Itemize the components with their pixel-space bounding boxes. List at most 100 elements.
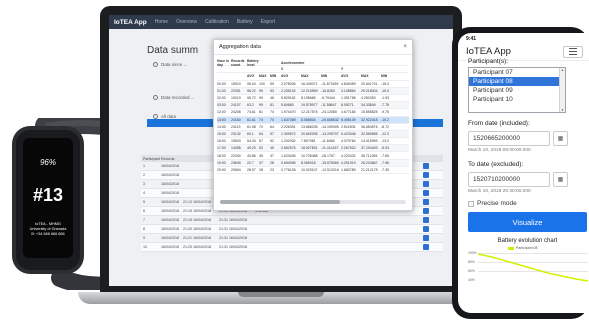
- details-button[interactable]: [423, 171, 429, 178]
- details-button[interactable]: [423, 180, 429, 187]
- band-info-line: B: +34 666 666 666: [31, 232, 65, 236]
- table-row[interactable]: 16:00 15503 54.43 57 52 1.202932 7.807981 -11.8…: [217, 138, 409, 146]
- from-date-input[interactable]: 1520665200000: [468, 131, 550, 146]
- listbox-scrollbar[interactable]: [559, 68, 565, 112]
- table-cell: 32.559655: [361, 131, 378, 136]
- nav-link-overview[interactable]: Overview: [176, 19, 197, 25]
- table-cell: 01:00: [217, 88, 226, 93]
- table-cell: 14358: [231, 146, 241, 151]
- table-cell: 16/04/2018: [161, 227, 179, 231]
- table-cell: 16/04/2018: [161, 173, 179, 177]
- table-cell: 52: [270, 139, 274, 144]
- table-row[interactable]: 19:00 23649 22.7 37 28 0.694055 8.365918 -15.67…: [217, 159, 409, 167]
- table-row[interactable]: 13:00 24160 61.61 74 70 1.637089 8.058504 -20.6…: [217, 116, 409, 124]
- table-cell: 21:15 16/04/2018: [183, 218, 211, 222]
- horizontal-scrollbar[interactable]: [220, 200, 406, 204]
- table-cell: -9.75: [381, 110, 389, 115]
- table-cell: -11.873189: [321, 81, 339, 86]
- table-row[interactable]: 14:00 24113 61.08 70 64 2.226391 13.688235 -14.…: [217, 124, 409, 131]
- hamburger-icon[interactable]: [563, 45, 583, 58]
- table-row[interactable]: 03:00 24107 63.2 99 81 5.84680 19.578977 -11.58…: [217, 102, 409, 110]
- details-button[interactable]: [423, 189, 429, 196]
- precise-mode-checkbox[interactable]: [468, 200, 474, 207]
- participant-option[interactable]: Participant 09: [469, 86, 565, 95]
- table-cell: 64: [259, 131, 263, 136]
- table-cell: 12.217575: [301, 110, 318, 115]
- table-cell: -13.0: [381, 139, 389, 144]
- nav-link-home[interactable]: Home: [155, 19, 168, 25]
- details-button[interactable]: [423, 225, 429, 232]
- band-display: 96% #13 IoTEA - MHMG University of Grana…: [23, 138, 73, 258]
- modal-title: Aggregation data: [219, 44, 261, 50]
- phone-brand[interactable]: IoTEA App: [466, 46, 511, 57]
- table-cell: 4.379764: [341, 139, 356, 144]
- table-cell: -14.159305: [321, 124, 339, 129]
- table-cell: 64: [270, 124, 274, 129]
- radio-icon[interactable]: [153, 95, 158, 100]
- table-cell: 7: [143, 218, 145, 222]
- details-button[interactable]: [423, 198, 429, 205]
- table-cell: 6: [143, 209, 145, 213]
- nav-link-export[interactable]: Export: [261, 19, 275, 25]
- table-row[interactable]: 01:00 22301 96.22 99 53 2.205102 12.215559 -16.…: [217, 87, 409, 95]
- details-button[interactable]: [423, 243, 429, 250]
- table-cell: 22.7: [247, 160, 254, 165]
- participant-option-selected[interactable]: Participant 08: [469, 77, 565, 86]
- to-date-hint: March 10, 2018 20:30:00.000: [468, 189, 531, 194]
- table-cell: [423, 216, 445, 224]
- from-date-row: 1520665200000 ▦: [468, 131, 583, 146]
- table-row[interactable]: 15:00 23132 60.1 64 57 1.309572 20.652035 -13.2…: [217, 130, 409, 139]
- table-cell: 21:31 16/04/2018: [219, 236, 247, 240]
- table-cell: 0.694055: [281, 160, 296, 165]
- band-battery-text: 96%: [39, 158, 56, 167]
- participants-listbox[interactable]: Participant 07 Participant 08 Participan…: [468, 67, 566, 113]
- details-button[interactable]: [423, 216, 429, 223]
- band-participant-id: #13: [32, 185, 64, 205]
- details-button[interactable]: [423, 207, 429, 214]
- table-cell: -20.658632: [321, 117, 339, 122]
- table-cell: 2.226391: [281, 124, 296, 129]
- app-brand[interactable]: IoTEA App: [114, 19, 147, 26]
- table-row[interactable]: 02:00 19210 95.72 99 46 5.829118 8.195665 -5.79…: [217, 95, 409, 103]
- visualize-button[interactable]: Visualize: [468, 212, 587, 232]
- table-cell: -7.69: [381, 153, 389, 158]
- table-cell: 14:00: [217, 124, 226, 129]
- table-cell: 57: [270, 131, 274, 136]
- table-row[interactable]: 17:00 14358 49.23 52 45 2.652575 18.527831 -11.…: [217, 145, 409, 153]
- table-cell: 53: [270, 88, 274, 93]
- table-cell: 16:00: [217, 139, 226, 144]
- table-cell: 10.705488: [301, 153, 318, 158]
- chart-title: Battery evolution chart: [497, 238, 558, 244]
- table-cell: 95.72: [247, 96, 256, 101]
- phone-screen: 9:41 IoTEA App Participant(s): Participa…: [458, 33, 589, 313]
- table-cell: 5.84680: [281, 103, 294, 108]
- table-cell: 28.07: [247, 167, 256, 172]
- calendar-icon[interactable]: ▦: [553, 131, 568, 146]
- close-icon[interactable]: ×: [403, 44, 407, 50]
- table-cell: 35.711265: [361, 153, 378, 158]
- precise-mode-option[interactable]: Precise mode: [468, 200, 583, 207]
- table-cell: 13.688235: [301, 124, 318, 129]
- nav-link-battery[interactable]: Battery: [237, 19, 253, 25]
- radio-icon[interactable]: [153, 62, 158, 67]
- table-cell: 5: [143, 200, 145, 204]
- details-button[interactable]: [423, 234, 429, 241]
- nav-link-calibration[interactable]: Calibration: [205, 19, 229, 25]
- laptop-screen: IoTEA App Home Overview Calibration Batt…: [109, 15, 453, 286]
- participant-option[interactable]: Participant 10: [469, 95, 565, 104]
- table-cell: 8.058504: [301, 117, 316, 122]
- from-date-hint: March 10, 2018 08:00:00.000: [468, 148, 531, 153]
- table-row[interactable]: 20:00 20694 28.07 28 23 0.776105 10.923107 -12.…: [217, 167, 409, 174]
- table-row[interactable]: 12:00 24208 74.61 81 74 1.974470 12.217575 -24.…: [217, 109, 409, 117]
- details-button[interactable]: [423, 162, 429, 169]
- participant-option[interactable]: Participant 07: [469, 68, 565, 77]
- scrollbar-thumb[interactable]: [220, 200, 340, 204]
- calendar-icon[interactable]: ▦: [553, 172, 568, 187]
- table-cell: -8.72: [381, 124, 389, 129]
- table-cell: [423, 162, 445, 170]
- table-cell: 2: [143, 173, 145, 177]
- table-row[interactable]: 18:00 22349 40.86 45 37 1.623406 10.705488 -28.…: [217, 152, 409, 160]
- table-cell: 23132: [231, 131, 241, 136]
- to-date-input[interactable]: 1520710200000: [468, 172, 550, 187]
- table-row[interactable]: 00:00 15910 95.04 100 59 2.078006 16.345071 -11…: [217, 81, 409, 88]
